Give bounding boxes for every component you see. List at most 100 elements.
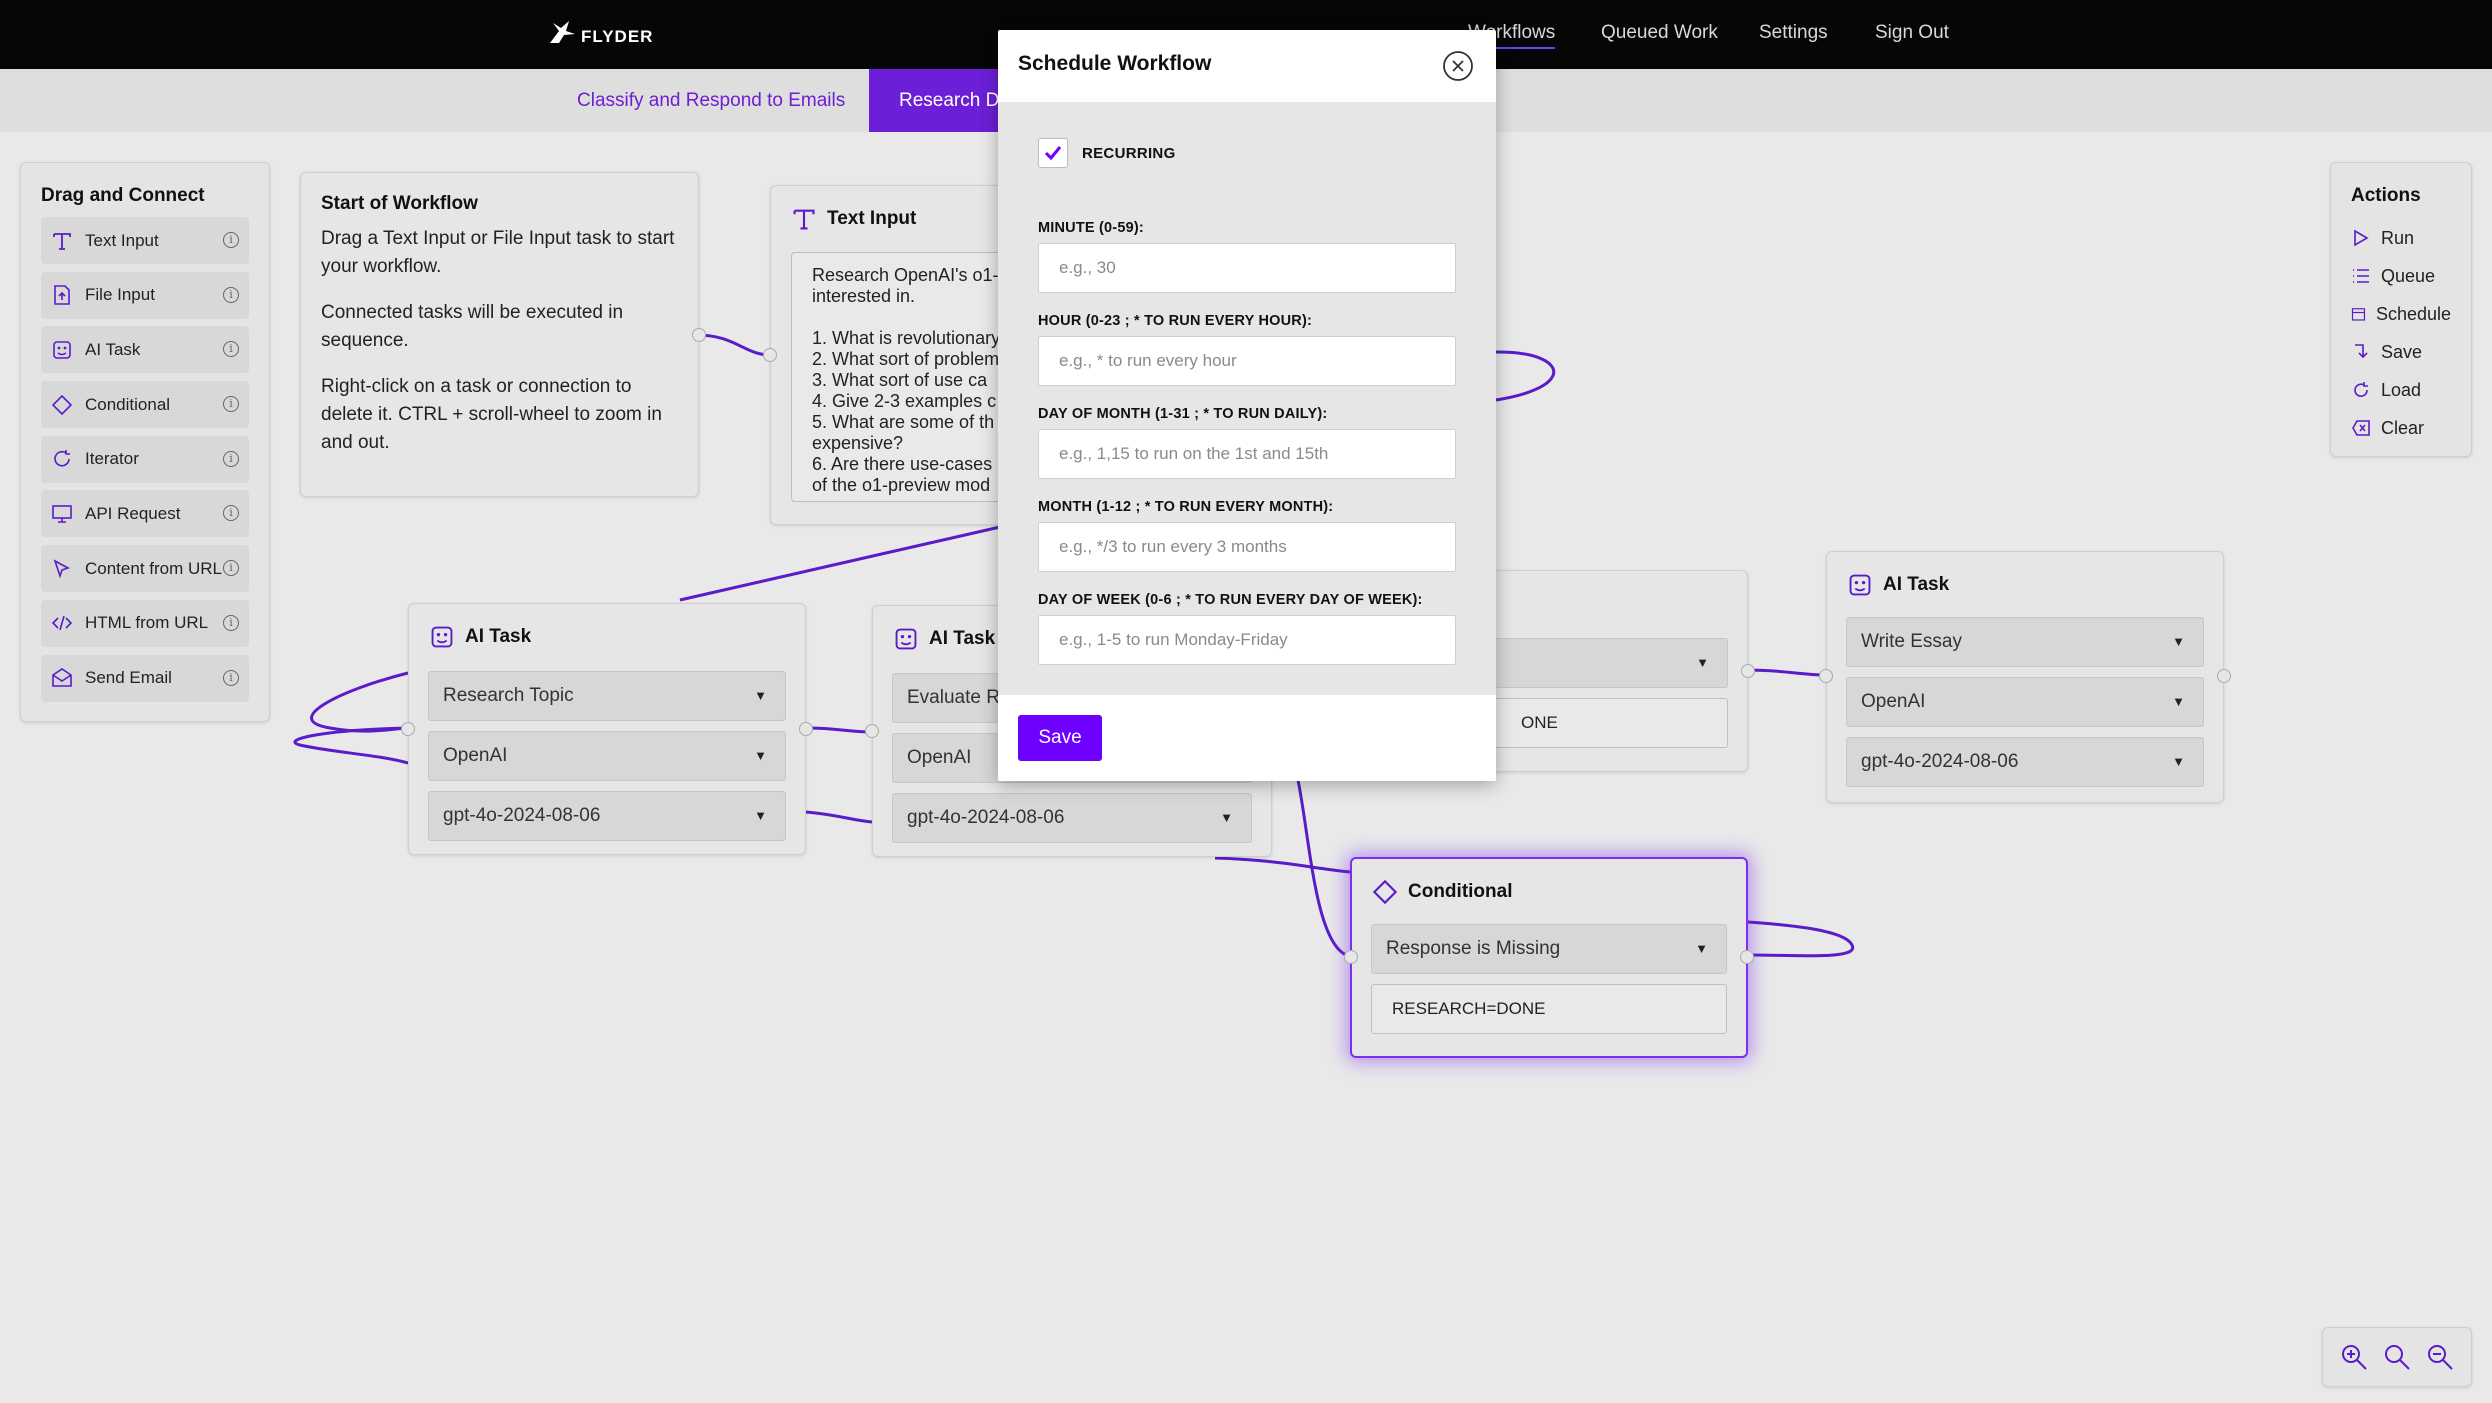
wire-ai1-lower[interactable]	[805, 810, 873, 824]
action-label: Run	[2381, 227, 2415, 248]
month-label: MONTH (1-12 ; * TO RUN EVERY MONTH):	[1038, 499, 1334, 515]
wire-start-to-text[interactable]	[696, 333, 771, 357]
ai-task-node-write-essay[interactable]: AI Task Write Essay ▼ OpenAI ▼ gpt-4o-2024…	[1819, 551, 2231, 803]
info-icon[interactable]: i	[223, 560, 239, 577]
wire-loop-left-a[interactable]	[310, 671, 409, 733]
zoom-reset-icon[interactable]	[2382, 1342, 2412, 1372]
action-clear[interactable]: Clear	[2351, 409, 2451, 447]
minute-input[interactable]	[1038, 243, 1456, 293]
action-schedule[interactable]: Schedule	[2351, 295, 2451, 333]
action-label: Schedule	[2375, 303, 2451, 324]
file-upload-icon	[54, 285, 70, 305]
zoom-in-icon[interactable]	[2339, 1342, 2369, 1372]
info-icon[interactable]: i	[223, 614, 239, 631]
output-port[interactable]	[2217, 669, 2231, 683]
input-port[interactable]	[1819, 669, 1833, 683]
zoom-out-icon[interactable]	[2425, 1342, 2455, 1372]
info-icon[interactable]: i	[223, 232, 239, 248]
wire-cond1-to-ai3[interactable]	[1745, 668, 1827, 677]
condition-value-input[interactable]: RESEARCH=DONE	[1371, 984, 1727, 1034]
day-of-week-input[interactable]	[1038, 615, 1456, 665]
close-icon[interactable]	[1442, 50, 1474, 82]
robot-face-icon	[431, 626, 453, 648]
caret-down-icon: ▼	[754, 748, 767, 763]
palette-item-label: Content from URL	[85, 558, 222, 578]
input-port[interactable]	[763, 348, 777, 362]
robot-face-icon	[1849, 574, 1871, 596]
wire-loop-left-b[interactable]	[293, 726, 409, 765]
task-select[interactable]: Write Essay ▼	[1846, 617, 2204, 667]
day-of-month-input[interactable]	[1038, 429, 1456, 479]
model-select[interactable]: gpt-4o-2024-08-06 ▼	[1846, 737, 2204, 787]
task-select[interactable]: Research Topic ▼	[428, 671, 786, 721]
wire-top-loop[interactable]	[1495, 350, 1556, 402]
output-port[interactable]	[799, 722, 813, 736]
code-icon	[51, 616, 73, 631]
palette-item-text-input[interactable]: Text Input i	[41, 217, 249, 264]
task-select-value: Research Topic	[443, 685, 574, 706]
wire-cond2-loop[interactable]	[1747, 920, 1855, 958]
output-port[interactable]	[1741, 664, 1755, 678]
hour-input[interactable]	[1038, 336, 1456, 386]
hour-label: HOUR (0-23 ; * TO RUN EVERY HOUR):	[1038, 313, 1313, 329]
ai-node-title: AI Task	[929, 628, 996, 649]
input-port[interactable]	[865, 724, 879, 738]
nav-queued-work[interactable]: Queued Work	[1601, 22, 1718, 44]
diamond-icon	[51, 394, 73, 415]
input-port[interactable]	[401, 722, 415, 736]
wire-down-to-cond2[interactable]	[1296, 779, 1347, 957]
output-port[interactable]	[1740, 950, 1754, 964]
wire-ai2-to-cond2[interactable]	[1214, 856, 1351, 874]
nav-sign-out[interactable]: Sign Out	[1875, 22, 1949, 44]
info-icon[interactable]: i	[223, 669, 239, 686]
recurring-checkbox[interactable]	[1038, 138, 1068, 168]
palette-item-api-request[interactable]: API Request i	[41, 490, 249, 538]
info-icon[interactable]: i	[223, 396, 239, 413]
action-run[interactable]: Run	[2351, 219, 2451, 257]
conditional-node-selected[interactable]: Conditional Response is Missing ▼ RESEARC…	[1344, 857, 1754, 1058]
palette-item-html-from-url[interactable]: HTML from URL i	[41, 599, 249, 647]
palette-item-content-from-url[interactable]: Content from URL i	[41, 545, 249, 593]
palette-panel: Drag and Connect Text Input i File Input…	[20, 162, 270, 722]
provider-select[interactable]: OpenAI ▼	[1846, 677, 2204, 727]
info-icon[interactable]: i	[223, 341, 239, 358]
action-queue[interactable]: Queue	[2351, 257, 2451, 295]
bird-logo-icon	[550, 21, 575, 43]
info-icon[interactable]: i	[223, 286, 239, 303]
input-port[interactable]	[1344, 950, 1358, 964]
action-save[interactable]: Save	[2351, 333, 2451, 371]
action-label: Load	[2381, 379, 2422, 400]
refresh-icon	[2354, 382, 2368, 397]
month-input[interactable]	[1038, 522, 1456, 572]
wire-ai1-to-ai2[interactable]	[805, 726, 873, 734]
palette-item-conditional[interactable]: Conditional i	[41, 381, 249, 429]
cursor-icon	[53, 558, 71, 579]
palette-item-send-email[interactable]: Send Email i	[41, 654, 249, 702]
brand-logo[interactable]: FLYDER	[547, 17, 653, 47]
ai-task-node-research[interactable]: AI Task Research Topic ▼ OpenAI ▼ gpt-4o-2…	[401, 603, 813, 855]
action-label: Clear	[2381, 417, 2425, 438]
palette-item-ai-task[interactable]: AI Task i	[41, 326, 249, 374]
nav-settings[interactable]: Settings	[1759, 22, 1828, 44]
palette-item-iterator[interactable]: Iterator i	[41, 435, 249, 483]
model-select[interactable]: gpt-4o-2024-08-06 ▼	[892, 793, 1252, 843]
diamond-icon	[1372, 879, 1398, 905]
info-icon[interactable]: i	[223, 450, 239, 467]
action-label: Save	[2381, 341, 2423, 362]
provider-select-value: OpenAI	[1861, 691, 1926, 712]
palette-item-file-input[interactable]: File Input i	[41, 271, 249, 319]
condition-select[interactable]: Response is Missing ▼	[1371, 924, 1727, 974]
save-button[interactable]: Save	[1018, 715, 1102, 761]
start-of-workflow-node[interactable]: Start of Workflow Drag a Text Input or F…	[300, 172, 706, 497]
tab-classify-emails[interactable]: Classify and Respond to Emails	[547, 69, 875, 132]
wire-text-to-ai1[interactable]	[679, 525, 1001, 602]
info-icon[interactable]: i	[223, 505, 239, 522]
provider-select[interactable]: OpenAI ▼	[428, 731, 786, 781]
zoom-controls	[2322, 1327, 2472, 1387]
caret-down-icon: ▼	[2172, 634, 2185, 649]
action-load[interactable]: Load	[2351, 371, 2451, 409]
output-port[interactable]	[692, 328, 706, 342]
caret-down-icon: ▼	[1696, 655, 1709, 670]
model-select[interactable]: gpt-4o-2024-08-06 ▼	[428, 791, 786, 841]
ai-node-title: AI Task	[1883, 574, 1950, 595]
